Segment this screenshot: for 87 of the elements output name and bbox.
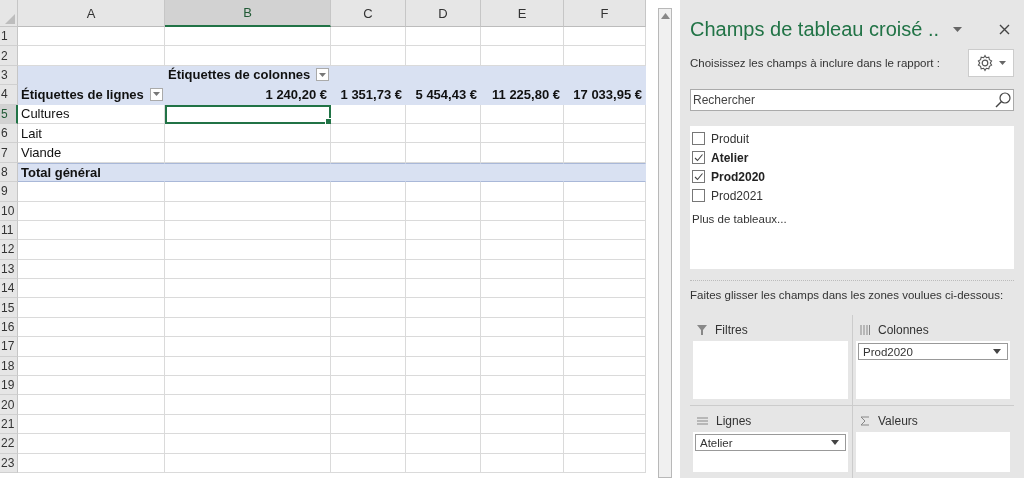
row-header[interactable]: 3: [0, 65, 18, 86]
field-label[interactable]: Prod2020: [711, 169, 766, 184]
table-cell[interactable]: 17 033,95 €: [564, 85, 646, 105]
row-header[interactable]: 23: [0, 453, 18, 473]
row-header[interactable]: 11: [0, 220, 18, 241]
table-cell[interactable]: Étiquettes de colonnes: [165, 65, 331, 86]
search-icon[interactable]: [995, 92, 1011, 109]
filter-icon: [697, 325, 707, 335]
row-header[interactable]: 10: [0, 201, 18, 221]
row-header[interactable]: 5: [0, 104, 18, 124]
cell-text: Étiquettes de colonnes: [168, 67, 311, 83]
column-header[interactable]: E: [481, 0, 564, 27]
table-cell[interactable]: [165, 104, 331, 124]
checkbox[interactable]: [692, 170, 705, 184]
caret-icon: [152, 92, 160, 97]
fill-handle[interactable]: [325, 117, 332, 125]
table-cell[interactable]: 1 351,73 €: [331, 85, 406, 105]
table-cell[interactable]: 1 240,20 €: [165, 85, 331, 105]
caret-icon: [999, 61, 1006, 66]
sigma-icon: [860, 416, 870, 426]
row-header[interactable]: 16: [0, 317, 18, 338]
column-header[interactable]: F: [564, 0, 646, 27]
checkbox[interactable]: [692, 189, 705, 203]
scroll-up-icon[interactable]: [660, 13, 670, 19]
table-cell[interactable]: [564, 162, 646, 183]
settings-icon: [976, 54, 994, 73]
rows-icon: [697, 416, 708, 426]
field-label[interactable]: Prod2021: [711, 188, 764, 203]
row-header[interactable]: 1: [0, 27, 18, 47]
area-label: Lignes: [716, 414, 752, 428]
row-header[interactable]: 12: [0, 240, 18, 260]
area-label: Filtres: [715, 323, 748, 337]
settings-button[interactable]: [968, 49, 1014, 78]
row-header[interactable]: 18: [0, 356, 18, 377]
table-cell[interactable]: 11 225,80 €: [481, 85, 564, 105]
column-header[interactable]: D: [406, 0, 481, 27]
row-header[interactable]: 8: [0, 162, 18, 183]
instruction-text: Choisissez les champs à inclure dans le rapport :: [690, 57, 940, 70]
column-header[interactable]: A: [18, 0, 165, 27]
close-icon[interactable]: [999, 24, 1010, 35]
row-header[interactable]: 4: [0, 85, 18, 105]
area-label: Colonnes: [878, 323, 929, 337]
field-chip[interactable]: Atelier: [695, 434, 846, 451]
checkbox[interactable]: [692, 132, 705, 146]
vertical-scrollbar[interactable]: [658, 8, 672, 478]
checkbox[interactable]: [692, 151, 705, 165]
row-header[interactable]: 14: [0, 279, 18, 299]
instruction-text: Faites glisser les champs dans les zones voulues ci-dessous:: [690, 289, 1004, 301]
table-cell[interactable]: Total général: [18, 162, 165, 183]
select-all-icon[interactable]: [5, 14, 15, 24]
search-field[interactable]: Rechercher: [690, 89, 1014, 112]
dropdown-caret-icon[interactable]: [953, 27, 963, 32]
column-header[interactable]: B: [165, 0, 331, 27]
table-cell[interactable]: Lait: [18, 123, 165, 144]
row-header[interactable]: 6: [0, 123, 18, 144]
filter-button[interactable]: [316, 68, 330, 82]
table-cell[interactable]: 5 454,43 €: [406, 85, 481, 105]
filter-button[interactable]: [149, 87, 163, 101]
column-header[interactable]: C: [331, 0, 406, 27]
row-header[interactable]: 17: [0, 337, 18, 357]
drop-area[interactable]: [856, 432, 1010, 472]
row-header[interactable]: 22: [0, 434, 18, 454]
caret-icon: [993, 349, 1001, 354]
panel-title: Champs de tableau croisé ..: [690, 18, 940, 41]
row-header[interactable]: 9: [0, 182, 18, 202]
row-header[interactable]: 7: [0, 143, 18, 163]
row-header[interactable]: 19: [0, 376, 18, 396]
drop-area[interactable]: [693, 341, 848, 399]
cell-text: Étiquettes de lignes: [21, 86, 144, 102]
drop-area[interactable]: Atelier: [693, 432, 848, 472]
field-chip[interactable]: Prod2020: [858, 343, 1008, 360]
row-header[interactable]: 13: [0, 259, 18, 280]
row-header[interactable]: 2: [0, 46, 18, 66]
row-header[interactable]: 15: [0, 298, 18, 318]
drop-area[interactable]: Prod2020: [856, 341, 1010, 399]
table-cell[interactable]: Étiquettes de lignes: [18, 85, 165, 105]
table-cell[interactable]: Cultures: [18, 104, 165, 124]
table-cell[interactable]: Viande: [18, 143, 165, 163]
field-label[interactable]: Atelier: [711, 150, 749, 165]
row-header[interactable]: 21: [0, 414, 18, 435]
caret-icon: [319, 72, 327, 77]
more-tables-link[interactable]: Plus de tableaux...: [692, 213, 787, 226]
field-label[interactable]: Produit: [711, 131, 750, 146]
columns-icon: [860, 325, 870, 335]
area-label: Valeurs: [878, 414, 918, 428]
caret-icon: [831, 440, 839, 445]
row-header[interactable]: 20: [0, 395, 18, 415]
